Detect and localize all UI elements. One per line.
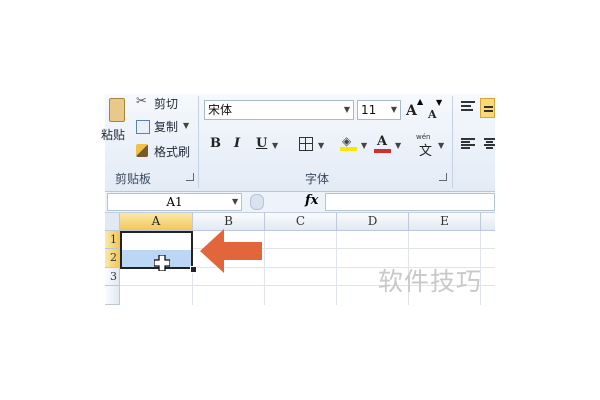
up-caret-icon: ▲ (417, 97, 424, 106)
borders-icon-h (300, 143, 312, 144)
formula-input[interactable] (325, 193, 495, 211)
clipboard-group-label: 剪贴板 (115, 172, 152, 186)
fill-color-dropdown-icon[interactable]: ▼ (361, 141, 367, 150)
font-color-dropdown-icon[interactable]: ▼ (395, 141, 401, 150)
select-all-corner[interactable] (105, 213, 120, 231)
underline-dropdown-icon[interactable]: ▼ (272, 141, 278, 150)
fill-handle[interactable] (190, 266, 197, 273)
gridline (336, 231, 337, 305)
font-color-bar (374, 149, 391, 153)
grow-font-button[interactable]: A ▲ (406, 97, 423, 119)
plus-cursor-icon (154, 255, 170, 271)
column-header-a[interactable]: A (120, 213, 193, 231)
italic-button[interactable]: I (234, 136, 240, 151)
cut-label: 剪切 (154, 97, 179, 111)
active-cell-a1[interactable] (122, 233, 191, 250)
paste-icon (109, 98, 125, 122)
shrink-font-icon: A (428, 108, 437, 121)
copy-label: 复制 (154, 120, 179, 134)
bold-button[interactable]: B (210, 136, 221, 151)
name-box-dropdown-icon[interactable]: ▼ (232, 197, 238, 206)
align-left-button[interactable] (461, 138, 475, 150)
shrink-font-button[interactable]: A ▼ (428, 98, 442, 122)
font-launcher-icon[interactable] (439, 173, 447, 181)
align-center-button[interactable] (484, 138, 495, 150)
underline-button[interactable]: U (256, 136, 267, 151)
borders-dropdown-icon[interactable]: ▼ (318, 141, 324, 150)
align-top-button[interactable] (461, 101, 475, 113)
font-size-dropdown-icon[interactable]: ▼ (391, 101, 397, 119)
row-header-3[interactable]: 3 (105, 268, 120, 286)
clipboard-launcher-icon[interactable] (186, 173, 194, 181)
font-color-icon: A (377, 134, 388, 149)
column-header-d[interactable]: D (337, 213, 409, 231)
watermark-text: 软件技巧 (378, 267, 483, 296)
align-middle-button[interactable] (480, 98, 495, 118)
down-caret-icon: ▼ (436, 98, 443, 107)
paste-label: 粘贴 (101, 128, 126, 142)
name-box-value: A1 (166, 195, 183, 209)
group-separator (198, 96, 199, 188)
grow-font-icon: A (406, 103, 417, 119)
scissors-icon: ✂ (136, 94, 147, 109)
formula-bar-handle-icon[interactable] (250, 194, 264, 210)
font-size-combo[interactable]: 11 ▼ (357, 100, 401, 120)
font-size-value: 11 (361, 103, 377, 117)
left-arrow-icon (200, 229, 262, 273)
font-name-dropdown-icon[interactable]: ▼ (344, 101, 350, 119)
borders-icon (305, 138, 306, 150)
paint-bucket-icon: ◈ (342, 134, 352, 148)
font-color-button[interactable]: A (374, 134, 392, 154)
brush-icon (136, 144, 148, 157)
align-middle-icon (484, 106, 493, 108)
fill-color-button[interactable]: ◈ (340, 134, 358, 154)
row-header-1[interactable]: 1 (105, 231, 120, 249)
gridline (264, 231, 265, 305)
copy-dropdown-icon[interactable]: ▼ (183, 121, 189, 130)
name-box[interactable]: A1 (107, 193, 242, 211)
paste-button[interactable]: 粘贴 (101, 96, 127, 156)
phonetic-icon: 文 (419, 144, 433, 159)
font-group-label: 字体 (305, 172, 330, 186)
row-header-4[interactable] (105, 286, 120, 305)
insert-function-button[interactable]: fx (305, 193, 318, 208)
format-painter-label: 格式刷 (154, 145, 191, 159)
phonetic-dropdown-icon[interactable]: ▼ (438, 141, 444, 150)
font-name-value: 宋体 (208, 103, 233, 117)
column-header-f[interactable] (481, 213, 495, 231)
column-header-c[interactable]: C (265, 213, 337, 231)
row-header-2[interactable]: 2 (105, 249, 120, 268)
fill-color-bar (340, 147, 357, 151)
copy-icon (136, 120, 150, 134)
font-name-combo[interactable]: 宋体 ▼ (204, 100, 354, 120)
group-separator-2 (452, 96, 453, 188)
column-header-e[interactable]: E (409, 213, 481, 231)
borders-button[interactable] (299, 137, 313, 151)
phonetic-button[interactable]: wén 文 (416, 133, 438, 159)
